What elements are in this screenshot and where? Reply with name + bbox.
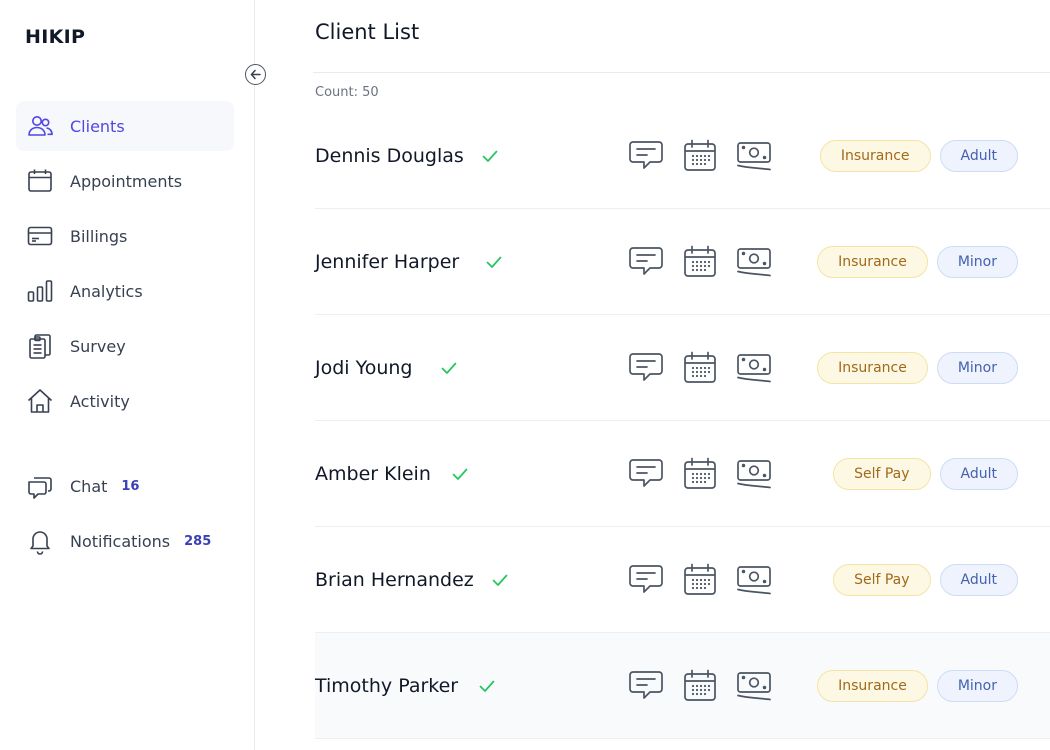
- age-group-badge: Adult: [939, 563, 1018, 596]
- sidebar-item-survey[interactable]: Survey: [16, 321, 234, 371]
- sidebar: HIKIP Clients Appointments Billings Anal…: [0, 0, 255, 750]
- money-icon[interactable]: [735, 455, 773, 493]
- client-name[interactable]: Amber Klein: [315, 463, 431, 485]
- sidebar-item-label: Clients: [70, 116, 125, 136]
- client-row[interactable]: Amber Klein Self Pay Adult: [315, 421, 1050, 527]
- verified-check-icon: [440, 359, 458, 377]
- row-actions: [627, 137, 789, 175]
- client-name[interactable]: Brian Hernandez: [315, 569, 474, 591]
- age-group-badge: Minor: [936, 245, 1018, 278]
- client-name[interactable]: Timothy Parker: [315, 675, 458, 697]
- payment-type-badge: Insurance: [819, 139, 931, 172]
- verified-check-icon: [478, 677, 496, 695]
- verified-check-icon: [491, 571, 509, 589]
- payment-type-badge: Insurance: [817, 669, 928, 702]
- verified-check-icon: [485, 253, 503, 271]
- money-icon[interactable]: [735, 561, 773, 599]
- main-content: Client List Count: 50 Dennis Douglas Insu…: [256, 0, 1050, 750]
- sidebar-item-chat[interactable]: Chat 16: [16, 461, 234, 511]
- app-logo: HIKIP: [25, 26, 86, 48]
- client-row[interactable]: Jennifer Harper Insurance Minor: [315, 209, 1050, 315]
- message-icon[interactable]: [627, 243, 665, 281]
- sidebar-item-label: Appointments: [70, 171, 183, 191]
- calendar-icon[interactable]: [681, 667, 719, 705]
- client-row[interactable]: Jodi Young Insurance Minor: [315, 315, 1050, 421]
- page-title: Client List: [315, 20, 420, 44]
- clipboard-icon: [26, 332, 54, 360]
- calendar-icon[interactable]: [681, 243, 719, 281]
- client-badges: Self Pay Adult: [824, 457, 1018, 490]
- calendar-icon: [26, 167, 54, 195]
- client-count: Count: 50: [315, 85, 379, 100]
- calendar-icon[interactable]: [681, 349, 719, 387]
- sidebar-item-label: Activity: [70, 391, 130, 411]
- sidebar-item-label: Analytics: [70, 281, 143, 301]
- home-icon: [26, 387, 54, 415]
- sidebar-item-analytics[interactable]: Analytics: [16, 266, 234, 316]
- collapse-sidebar-button[interactable]: [245, 64, 266, 85]
- money-icon[interactable]: [735, 349, 773, 387]
- payment-type-badge: Self Pay: [833, 563, 931, 596]
- credit-card-icon: [26, 222, 54, 250]
- payment-type-badge: Insurance: [817, 351, 928, 384]
- sidebar-item-billings[interactable]: Billings: [16, 211, 234, 261]
- sidebar-item-label: Billings: [70, 226, 128, 246]
- calendar-icon[interactable]: [681, 561, 719, 599]
- arrow-left-icon: [250, 69, 261, 80]
- row-actions: [627, 561, 789, 599]
- message-icon[interactable]: [627, 561, 665, 599]
- age-group-badge: Minor: [936, 351, 1018, 384]
- message-icon[interactable]: [627, 667, 665, 705]
- calendar-icon[interactable]: [681, 137, 719, 175]
- client-name[interactable]: Jodi Young: [315, 357, 412, 379]
- client-badges: Insurance Adult: [811, 139, 1018, 172]
- row-actions: [627, 667, 789, 705]
- payment-type-badge: Insurance: [817, 245, 928, 278]
- payment-type-badge: Self Pay: [833, 457, 931, 490]
- row-actions: [627, 243, 789, 281]
- sidebar-item-notifications[interactable]: Notifications 285: [16, 516, 234, 566]
- message-icon[interactable]: [627, 349, 665, 387]
- verified-check-icon: [451, 465, 469, 483]
- chat-count-badge: 16: [121, 478, 140, 494]
- client-name[interactable]: Jennifer Harper: [315, 251, 459, 273]
- sidebar-item-clients[interactable]: Clients: [16, 101, 234, 151]
- sidebar-item-label: Chat: [70, 476, 108, 496]
- notifications-count-badge: 285: [184, 533, 212, 549]
- client-row[interactable]: Brian Hernandez Self Pay Adult: [315, 527, 1050, 633]
- age-group-badge: Adult: [939, 139, 1018, 172]
- client-row[interactable]: Timothy Parker Insurance Minor: [315, 633, 1050, 739]
- client-name[interactable]: Dennis Douglas: [315, 145, 464, 167]
- age-group-badge: Adult: [939, 457, 1018, 490]
- money-icon[interactable]: [735, 137, 773, 175]
- calendar-icon[interactable]: [681, 455, 719, 493]
- users-icon: [26, 112, 54, 140]
- message-icon[interactable]: [627, 455, 665, 493]
- money-icon[interactable]: [735, 243, 773, 281]
- money-icon[interactable]: [735, 667, 773, 705]
- client-badges: Self Pay Adult: [824, 563, 1018, 596]
- client-badges: Insurance Minor: [808, 351, 1018, 384]
- bell-icon: [26, 527, 54, 555]
- sidebar-item-label: Survey: [70, 336, 126, 356]
- client-badges: Insurance Minor: [808, 669, 1018, 702]
- row-actions: [627, 349, 789, 387]
- message-icon[interactable]: [627, 137, 665, 175]
- bar-chart-icon: [26, 277, 54, 305]
- client-badges: Insurance Minor: [808, 245, 1018, 278]
- sidebar-item-appointments[interactable]: Appointments: [16, 156, 234, 206]
- age-group-badge: Minor: [936, 669, 1018, 702]
- sidebar-item-label: Notifications: [70, 531, 171, 551]
- verified-check-icon: [481, 147, 499, 165]
- row-actions: [627, 455, 789, 493]
- chat-icon: [26, 472, 54, 500]
- divider: [313, 72, 1050, 73]
- client-row[interactable]: Dennis Douglas Insurance Adult: [315, 103, 1050, 209]
- sidebar-item-activity[interactable]: Activity: [16, 376, 234, 426]
